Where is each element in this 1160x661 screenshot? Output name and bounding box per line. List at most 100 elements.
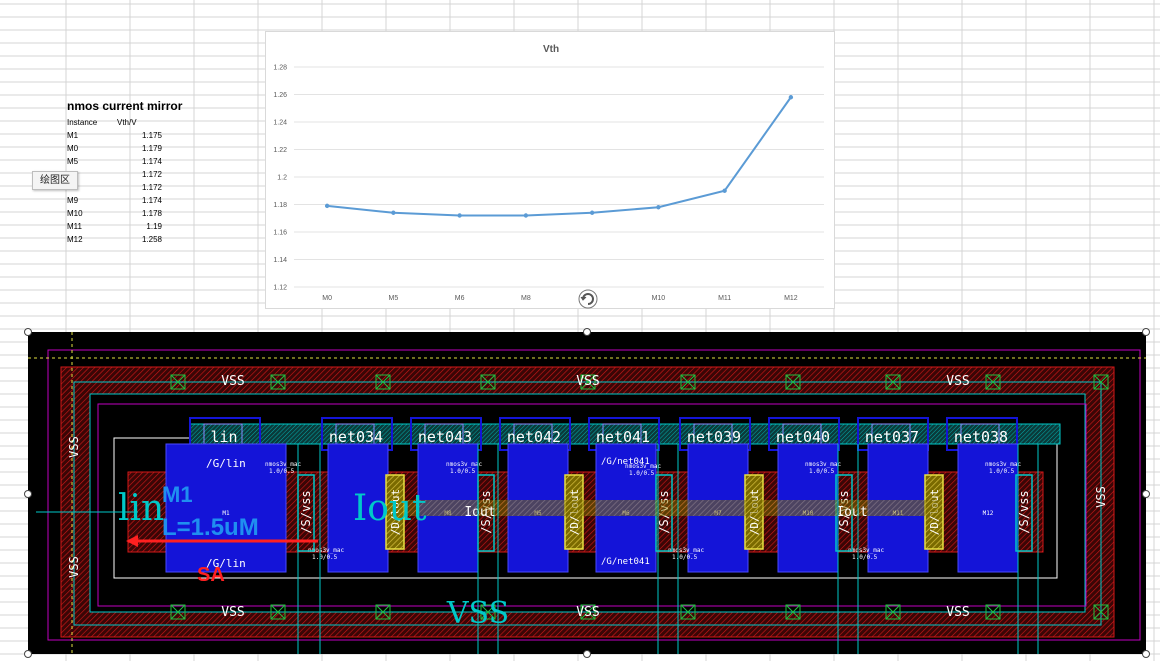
chart-ytick-label: 1.18 (273, 202, 287, 209)
vss-label-top: VSS (946, 374, 969, 389)
chart-ytick-label: 1.22 (273, 147, 287, 154)
chart-data-point (788, 95, 794, 100)
pin-label-iout: Iout (353, 488, 427, 529)
chart-data-point (523, 213, 529, 218)
chart-data-point (589, 210, 595, 215)
device-size: 1.0/0.5 (989, 468, 1015, 475)
chart-xtick-label: M5 (389, 295, 399, 302)
chart-data-point (457, 213, 462, 218)
iout-label: Iout (836, 505, 867, 520)
chart-title: Vth (543, 44, 559, 55)
vss-label-bottom: VSS (576, 605, 599, 620)
table-cell-instance: M9 (67, 196, 79, 205)
table-cell-vth: 1.174 (141, 157, 162, 166)
device-size: 1.0/0.5 (450, 468, 476, 475)
chart-ytick-label: 1.28 (273, 65, 287, 72)
chart-ytick-label: 1.26 (273, 92, 287, 99)
chart-data-point (722, 188, 727, 193)
resize-handle-tm[interactable] (583, 328, 591, 336)
chart-ytick-label: 1.16 (273, 230, 287, 237)
chart-xtick-label: M12 (784, 295, 798, 302)
gate-label: /G/lin (206, 457, 246, 470)
source-label: /S/vss (299, 490, 313, 533)
device-size: 1.0/0.5 (672, 554, 698, 561)
table-cell-instance: M12 (67, 235, 83, 244)
net-label: net039 (687, 428, 741, 446)
table-header-vth: Vth/V (117, 118, 137, 127)
annotation-name: M1 (162, 482, 193, 507)
table-cell-instance: M0 (67, 144, 79, 153)
table-cell-vth: 1.175 (141, 131, 162, 140)
vth-line-chart[interactable]: Vth 1.12 1.14 1.16 1.18 1.2 1.22 1.24 1.26 1.28 M0… (265, 31, 835, 309)
chart-xtick-label: M6 (455, 295, 465, 302)
net-label: net042 (507, 428, 561, 446)
net-label: net037 (865, 428, 919, 446)
table-cell-vth: 1.174 (141, 196, 162, 205)
table-cell-vth: 1.172 (141, 170, 162, 179)
gate-label: /G/net041 (601, 557, 650, 567)
chart-xtick-label: M10 (652, 295, 666, 302)
device-model: nmos3v_mac (625, 463, 662, 470)
table-cell-vth: 1.172 (141, 183, 162, 192)
device-size: 1.0/0.5 (809, 468, 835, 475)
device-label: M12 (983, 510, 994, 517)
source-label: /S/vss (1017, 490, 1031, 533)
resize-handle-tl[interactable] (24, 328, 32, 336)
table-title: nmos current mirror (67, 99, 183, 113)
chart-area-tooltip: 绘图区 (32, 171, 78, 190)
net-label: net043 (418, 428, 472, 446)
net-label: net040 (776, 428, 830, 446)
layout-image[interactable]: VSS VSS VSS VSS VSS VSS VSS VSS VSS VSS lin net034 n… (28, 332, 1146, 654)
vss-label-left: VSS (67, 556, 81, 578)
chart-xtick-label: M11 (718, 295, 731, 302)
chart-data-point (656, 205, 661, 210)
table-cell-vth: 1.178 (141, 209, 162, 218)
rotate-icon[interactable] (578, 289, 598, 309)
net-label: net041 (596, 428, 650, 446)
device-size: 1.0/0.5 (312, 554, 338, 561)
net-label: net034 (329, 428, 383, 446)
vss-label-top: VSS (576, 374, 599, 389)
table-cell-vth: 1.19 (146, 222, 162, 231)
device-model: nmos3v_mac (805, 461, 842, 468)
resize-handle-br[interactable] (1142, 650, 1150, 658)
resize-handle-tr[interactable] (1142, 328, 1150, 336)
device-size: 1.0/0.5 (852, 554, 878, 561)
resize-handle-bm[interactable] (583, 650, 591, 658)
vss-label-right: VSS (1094, 486, 1108, 508)
chart-svg: Vth 1.12 1.14 1.16 1.18 1.2 1.22 1.24 1.26 1.28 M0… (273, 44, 824, 302)
iout-label: Iout (464, 505, 495, 520)
table-cell-instance: M5 (67, 157, 79, 166)
vss-label-left: VSS (67, 436, 81, 458)
device-model: nmos3v_mac (848, 547, 885, 554)
table-cell-instance: M11 (67, 222, 82, 231)
table-cell-instance: M1 (67, 131, 79, 140)
net-label: net038 (954, 428, 1008, 446)
chart-series-line (327, 96, 792, 217)
device-model: nmos3v_mac (668, 547, 705, 554)
chart-data-point (324, 203, 330, 209)
chart-ytick-label: 1.12 (273, 285, 287, 292)
table-cell-vth: 1.179 (141, 144, 162, 153)
table-cell-vth: 1.258 (141, 235, 162, 244)
device-model: nmos3v_mac (446, 461, 483, 468)
chart-data-point (391, 210, 396, 215)
vss-label-top: VSS (221, 374, 244, 389)
device-size: 1.0/0.5 (269, 468, 295, 475)
table-cell-instance: M10 (67, 209, 83, 218)
resize-handle-ml[interactable] (24, 490, 32, 498)
chart-ytick-label: 1.14 (273, 257, 287, 264)
device-model: nmos3v_mac (265, 461, 302, 468)
resize-handle-mr[interactable] (1142, 490, 1150, 498)
annotation-note: SA (197, 564, 225, 586)
chart-ytick-label: 1.2 (277, 175, 287, 182)
resize-handle-bl[interactable] (24, 650, 32, 658)
net-label: lin (210, 428, 237, 446)
annotation-length: L=1.5uM (162, 514, 259, 541)
pin-label-lin: lin (118, 488, 164, 529)
table-header-instance: Instance (67, 118, 98, 127)
device-model: nmos3v_mac (985, 461, 1022, 468)
vss-label-bottom: VSS (946, 605, 969, 620)
layout-svg: VSS VSS VSSVSS VSS VSSVSSVSSVSSVSSlin net034 n… (28, 332, 1146, 654)
device-size: 1.0/0.5 (629, 470, 655, 477)
